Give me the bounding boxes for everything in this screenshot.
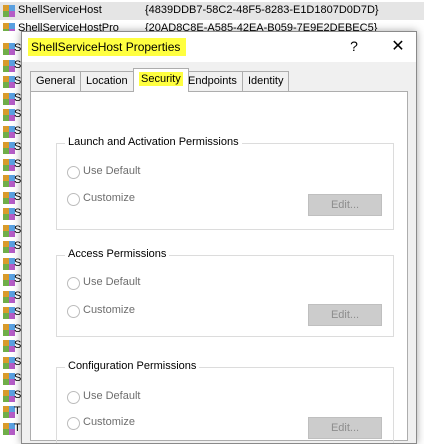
tab-endpoints[interactable]: Endpoints: [182, 71, 243, 91]
list-item[interactable]: S: [0, 223, 21, 239]
list-item[interactable]: S: [0, 239, 21, 255]
list-item[interactable]: S: [0, 91, 21, 107]
list-item[interactable]: S: [0, 388, 21, 404]
radio-circle[interactable]: [67, 277, 80, 290]
list-item[interactable]: S: [0, 190, 21, 206]
title-bar: ShellServiceHost Properties ? ✕: [22, 32, 416, 62]
list-item[interactable]: S: [0, 107, 21, 123]
tab-identity[interactable]: Identity: [242, 71, 290, 91]
tab-strip: General Location Security Endpoints Iden…: [30, 68, 410, 92]
list-item-name: T: [14, 405, 21, 417]
component-icon: [3, 23, 15, 31]
list-item-name: T: [14, 421, 21, 434]
security-panel: Launch and Activation Permissions Use De…: [30, 91, 408, 443]
dialog-title: ShellServiceHost Properties: [28, 38, 187, 56]
group-title: Launch and Activation Permissions: [65, 136, 242, 148]
list-item-guid: {20AD8C8E-A585-42EA-B059-7E9E2DEBEC5}: [145, 22, 378, 31]
tab-location[interactable]: Location: [80, 71, 134, 91]
access-permissions-group: Access Permissions Use Default Customize…: [56, 248, 394, 337]
tab-security[interactable]: Security: [133, 68, 189, 92]
list-item[interactable]: S: [0, 157, 21, 173]
configuration-permissions-group: Configuration Permissions Use Default Cu…: [56, 360, 394, 443]
radio-label: Customize: [83, 304, 135, 316]
radio-circle[interactable]: [67, 391, 80, 404]
close-button[interactable]: ✕: [388, 36, 408, 56]
list-item[interactable]: S: [0, 74, 21, 90]
radio-label: Use Default: [83, 165, 141, 177]
list-item[interactable]: S: [0, 173, 21, 189]
edit-button[interactable]: Edit...: [308, 194, 382, 216]
list-item[interactable]: T: [0, 421, 21, 437]
list-item[interactable]: S: [0, 338, 21, 354]
tab-label: Location: [86, 75, 128, 87]
launch-permissions-group: Launch and Activation Permissions Use De…: [56, 136, 394, 230]
tab-label: Identity: [248, 75, 284, 87]
list-item[interactable]: S: [0, 322, 21, 338]
radio-circle[interactable]: [67, 166, 80, 179]
list-item[interactable]: S: [0, 371, 21, 387]
tab-label: General: [36, 75, 76, 87]
list-item[interactable]: S: [0, 289, 21, 305]
radio-label: Use Default: [83, 276, 141, 288]
radio-circle[interactable]: [67, 305, 80, 318]
radio-circle[interactable]: [67, 417, 80, 430]
list-item[interactable]: S: [0, 140, 21, 156]
list-item-name: ShellServiceHostPro: [18, 22, 119, 31]
list-item[interactable]: S: [0, 272, 21, 288]
help-button[interactable]: ?: [346, 38, 362, 54]
list-item[interactable]: T: [0, 404, 21, 420]
radio-circle[interactable]: [67, 193, 80, 206]
radio-label: Use Default: [83, 390, 141, 402]
list-item[interactable]: ShellServiceHostPro {20AD8C8E-A585-42EA-…: [0, 20, 424, 31]
list-item-guid: {4839DDB7-58C2-48F5-8283-E1D1807D0D7D}: [145, 4, 379, 16]
edit-button[interactable]: Edit...: [308, 304, 382, 326]
properties-dialog: ShellServiceHost Properties ? ✕ General …: [21, 31, 417, 444]
component-icon: [3, 5, 15, 17]
list-item[interactable]: S: [0, 58, 21, 74]
group-title: Access Permissions: [65, 248, 170, 260]
list-item[interactable]: S: [0, 305, 21, 321]
edit-button[interactable]: Edit...: [308, 417, 382, 439]
tab-label: Security: [139, 72, 183, 86]
list-item[interactable]: S: [0, 41, 21, 57]
list-item[interactable]: S: [0, 124, 21, 140]
list-item[interactable]: ShellServiceHost {4839DDB7-58C2-48F5-828…: [0, 2, 424, 20]
radio-label: Customize: [83, 416, 135, 428]
tab-label: Endpoints: [188, 75, 237, 87]
group-title: Configuration Permissions: [65, 360, 200, 372]
list-item[interactable]: S: [0, 206, 21, 222]
list-item[interactable]: S: [0, 256, 21, 272]
list-item[interactable]: S: [0, 355, 21, 371]
list-item-name: ShellServiceHost: [18, 4, 102, 16]
tab-general[interactable]: General: [30, 71, 82, 91]
radio-label: Customize: [83, 192, 135, 204]
